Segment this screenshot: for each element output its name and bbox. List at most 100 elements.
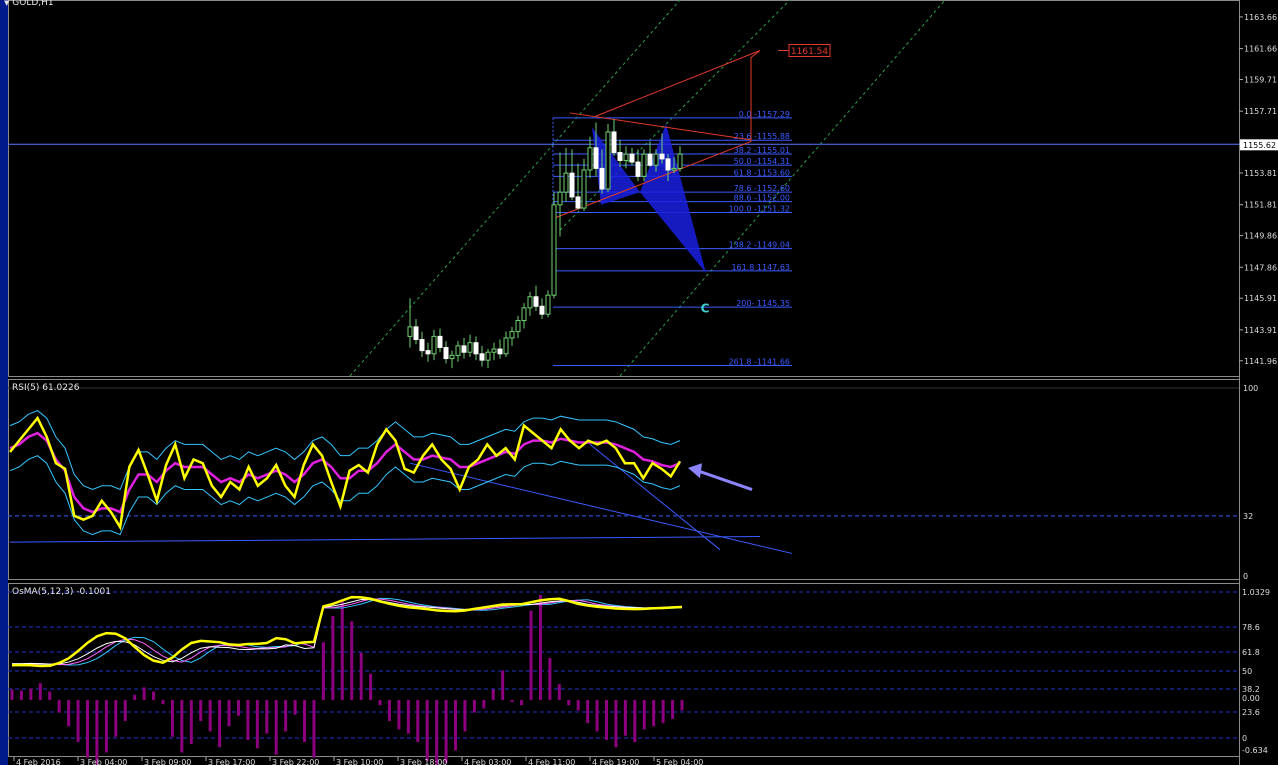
osma-histogram-bar xyxy=(340,600,344,700)
osma-tick-label: 1.0329 xyxy=(1242,588,1270,597)
candle-body xyxy=(617,152,623,161)
osma-histogram-bar xyxy=(623,700,627,736)
osma-histogram-bar xyxy=(538,595,542,700)
osma-histogram-bar xyxy=(425,700,429,761)
candle-body xyxy=(509,331,515,339)
candle-body xyxy=(635,161,641,177)
candle-body xyxy=(461,345,467,353)
candle-body xyxy=(611,131,617,154)
osma-histogram-bar xyxy=(501,670,505,700)
osma-histogram-bar xyxy=(444,700,448,763)
osma-tick-label: 50 xyxy=(1242,667,1252,676)
osma-histogram-bar xyxy=(520,700,524,706)
candle-body xyxy=(557,191,563,206)
rsi-tick-label: 100 xyxy=(1243,384,1258,393)
price-tick-label: 1143.91 xyxy=(1244,326,1277,335)
osma-histogram-bar xyxy=(133,694,137,700)
osma-histogram-bar xyxy=(85,700,89,758)
osma-histogram-bar xyxy=(161,700,165,705)
time-tick-label: 4 Feb 19:00 xyxy=(592,758,639,765)
osma-histogram-bar xyxy=(104,700,108,753)
candle-body xyxy=(515,320,521,333)
candle-body xyxy=(449,354,455,360)
osma-tick-label: 0.00 xyxy=(1242,694,1260,703)
osma-histogram-bar xyxy=(189,700,193,745)
osma-histogram-bar xyxy=(359,652,363,700)
osma-histogram-bar xyxy=(595,700,599,732)
osma-histogram-bar xyxy=(29,688,33,700)
price-tick-label: 1161.66 xyxy=(1244,45,1277,54)
candle-body xyxy=(587,147,593,171)
osma-tick-label: 0 xyxy=(1242,734,1247,743)
candle-body xyxy=(545,294,551,315)
osma-histogram-bar xyxy=(95,700,99,765)
price-tick-label: 1163.66 xyxy=(1244,13,1277,22)
osma-histogram-bar xyxy=(671,700,675,719)
time-tick-label: 3 Feb 10:00 xyxy=(336,758,383,765)
fib-level-label: 200- 1145.35 xyxy=(736,299,790,308)
candle-body xyxy=(407,326,413,337)
osma-histogram-bar xyxy=(369,673,373,700)
chart-window: 0.0 -1157.29 23.6 -1155.88 38.2 -1155.01 50… xyxy=(0,0,1278,765)
symbol-title[interactable]: ▼ GOLD,H1 xyxy=(4,0,54,8)
candle-body xyxy=(455,345,461,356)
current-price-label: 1155.62 xyxy=(1243,141,1276,150)
osma-histogram-bar xyxy=(331,616,335,700)
candle-body xyxy=(431,335,437,355)
candle-body xyxy=(473,342,479,355)
price-tick-label: 1157.71 xyxy=(1244,107,1277,116)
candle-body xyxy=(503,337,509,355)
candle-body xyxy=(593,147,599,169)
candle-body xyxy=(563,172,569,193)
fib-level-label: 161.8 1147.63 xyxy=(731,263,790,272)
osma-histogram-bar xyxy=(567,700,571,706)
osma-histogram-bar xyxy=(406,700,410,734)
triangle-down-icon[interactable]: ▼ xyxy=(4,0,9,7)
osma-histogram-bar xyxy=(227,700,231,727)
osma-signal-line-magenta xyxy=(12,598,683,666)
projection-target-line xyxy=(595,50,761,142)
osma-histogram-bar xyxy=(10,689,14,700)
time-tick-label: 3 Feb 09:00 xyxy=(144,758,191,765)
price-tick-label: 1153.81 xyxy=(1244,169,1277,178)
osma-tick-label: 78.6 xyxy=(1242,623,1260,632)
chart-canvas[interactable]: 0.0 -1157.29 23.6 -1155.88 38.2 -1155.01 50… xyxy=(0,0,1278,765)
candle-body xyxy=(575,196,581,209)
candle-body xyxy=(641,153,647,177)
osma-histogram-bar xyxy=(236,700,240,716)
osma-histogram-bar xyxy=(76,700,80,742)
osma-histogram-bar xyxy=(557,684,561,700)
candle-body xyxy=(671,167,677,171)
osma-histogram-bar xyxy=(378,700,382,706)
osma-histogram-bar xyxy=(218,700,222,748)
osma-tick-label: -0.634 xyxy=(1242,746,1268,755)
time-tick-label: 4 Feb 2016 xyxy=(16,758,61,765)
osma-histogram-bar xyxy=(114,700,118,737)
price-tick-label: 1145.91 xyxy=(1244,294,1277,303)
candle-body xyxy=(443,346,449,360)
osma-histogram-bar xyxy=(614,700,618,748)
fib-level-label: 23.6 -1155.88 xyxy=(734,132,790,141)
osma-histogram-bar xyxy=(57,700,61,713)
osma-histogram-bar xyxy=(680,700,684,711)
fib-level-label: 78.6 -1152.60 xyxy=(734,184,790,193)
candle-body xyxy=(539,305,545,315)
fib-level-label: 0.0 -1157.29 xyxy=(739,110,790,119)
osma-chart xyxy=(8,591,1239,765)
rsi-ma-line xyxy=(9,431,681,514)
osma-histogram-bar xyxy=(312,700,316,758)
price-tick-label: 1149.86 xyxy=(1244,232,1277,241)
price-tick-label: 1151.81 xyxy=(1244,201,1277,210)
candle-body xyxy=(659,153,665,160)
osma-histogram-bar xyxy=(208,700,212,732)
candle-body xyxy=(521,307,527,322)
candle-body xyxy=(629,153,635,163)
osma-tick-label: 61.8 xyxy=(1242,648,1260,657)
osma-histogram-bar xyxy=(274,700,278,755)
osma-histogram-bar xyxy=(605,700,609,740)
candle-body xyxy=(581,169,587,209)
candle-body xyxy=(605,131,611,190)
candle-body xyxy=(569,172,575,198)
price-tick-label: 1147.86 xyxy=(1244,263,1277,272)
osma-histogram-bar xyxy=(576,700,580,711)
